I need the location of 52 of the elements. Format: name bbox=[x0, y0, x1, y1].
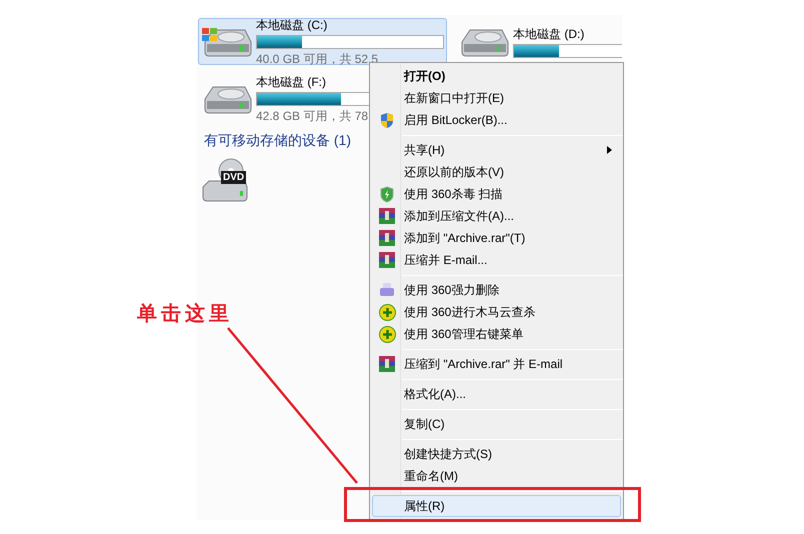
printer-icon bbox=[379, 282, 395, 298]
menu-item[interactable]: 使用 360管理右键菜单 bbox=[372, 323, 621, 345]
menu-item-label: 添加到 "Archive.rar"(T) bbox=[404, 230, 526, 247]
drive-tile[interactable]: 本地磁盘 (D:) bbox=[455, 18, 622, 65]
menu-item-label: 使用 360强力删除 bbox=[404, 282, 500, 299]
menu-item[interactable]: 添加到 "Archive.rar"(T) bbox=[372, 227, 621, 249]
menu-item-label: 压缩到 "Archive.rar" 并 E-mail bbox=[404, 356, 563, 373]
drive-name: 本地磁盘 (F:) bbox=[256, 74, 326, 90]
menu-item[interactable]: 在新窗口中打开(E) bbox=[372, 87, 621, 109]
menu-item[interactable]: 使用 360进行木马云查杀 bbox=[372, 301, 621, 323]
menu-item-label: 还原以前的版本(V) bbox=[404, 164, 504, 181]
menu-item-label: 使用 360杀毒 扫描 bbox=[404, 186, 503, 203]
menu-item-label: 格式化(A)... bbox=[404, 386, 466, 403]
menu-item[interactable]: 重命名(M) bbox=[372, 465, 621, 487]
menu-item[interactable]: 属性(R) bbox=[372, 495, 621, 517]
menu-item-label: 属性(R) bbox=[404, 498, 445, 515]
menu-item[interactable]: 添加到压缩文件(A)... bbox=[372, 205, 621, 227]
books-icon bbox=[379, 356, 395, 372]
menu-item-label: 打开(O) bbox=[404, 68, 446, 85]
menu-item-label: 共享(H) bbox=[404, 142, 445, 159]
menu-item[interactable]: 压缩并 E-mail... bbox=[372, 249, 621, 271]
plus-circle-icon bbox=[378, 326, 396, 342]
shield-icon bbox=[379, 112, 395, 128]
menu-item-label: 使用 360进行木马云查杀 bbox=[404, 304, 536, 321]
menu-item[interactable]: 创建快捷方式(S) bbox=[372, 443, 621, 465]
menu-item[interactable]: 启用 BitLocker(B)... bbox=[372, 109, 621, 131]
menu-item-label: 压缩并 E-mail... bbox=[404, 252, 488, 269]
annotation-text: 单击这里 bbox=[137, 302, 233, 327]
menu-item[interactable]: 还原以前的版本(V) bbox=[372, 161, 621, 183]
dvd-label: DVD bbox=[221, 171, 246, 184]
books-icon bbox=[379, 252, 395, 268]
menu-item[interactable]: 格式化(A)... bbox=[372, 383, 621, 405]
drive-space: 42.8 GB 可用，共 78 bbox=[256, 108, 368, 124]
drive-name: 本地磁盘 (C:) bbox=[256, 16, 328, 34]
menu-item[interactable]: 使用 360强力删除 bbox=[372, 279, 621, 301]
menu-item-label: 在新窗口中打开(E) bbox=[404, 90, 504, 107]
menu-item[interactable]: 共享(H) bbox=[372, 139, 621, 161]
menu-item-label: 复制(C) bbox=[404, 416, 445, 433]
menu-item-label: 重命名(M) bbox=[404, 468, 458, 485]
shield-icon bbox=[379, 186, 395, 202]
books-icon bbox=[379, 208, 395, 224]
plus-circle-icon bbox=[378, 304, 396, 320]
menu-item[interactable]: 复制(C) bbox=[372, 413, 621, 435]
drive-name: 本地磁盘 (D:) bbox=[513, 26, 584, 43]
menu-item-label: 添加到压缩文件(A)... bbox=[404, 208, 514, 225]
menu-item[interactable]: 使用 360杀毒 扫描 bbox=[372, 183, 621, 205]
menu-item-label: 使用 360管理右键菜单 bbox=[404, 326, 524, 343]
menu-item[interactable]: 压缩到 "Archive.rar" 并 E-mail bbox=[372, 353, 621, 375]
menu-item-label: 创建快捷方式(S) bbox=[404, 446, 492, 463]
menu-item[interactable]: 打开(O) bbox=[372, 65, 621, 87]
menu-item-label: 启用 BitLocker(B)... bbox=[404, 112, 508, 129]
books-icon bbox=[379, 230, 395, 246]
